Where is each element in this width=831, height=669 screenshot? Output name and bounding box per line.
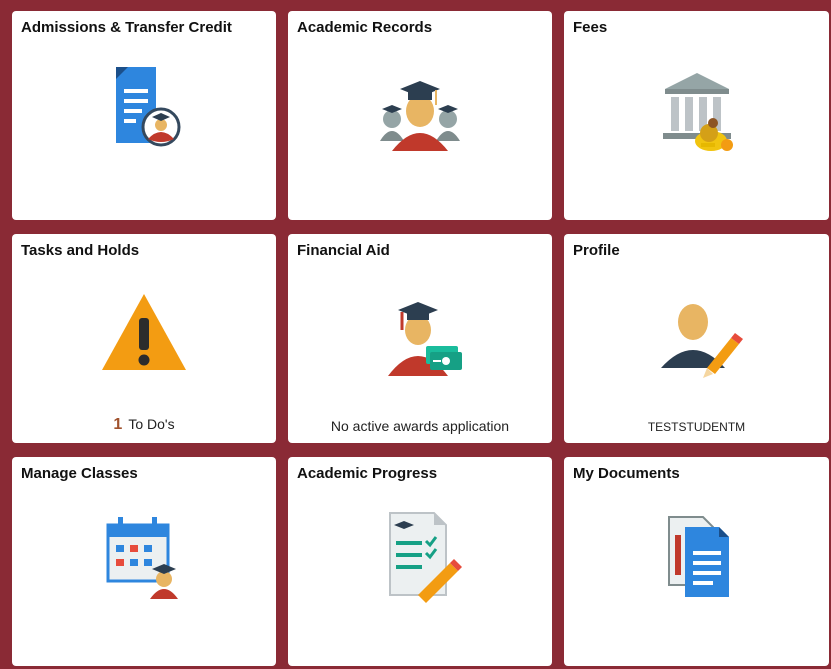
tile-title: Manage Classes <box>21 465 138 482</box>
tile-title: My Documents <box>573 465 680 482</box>
tile-academic-records[interactable]: Academic Records <box>288 11 552 220</box>
bank-coins-icon <box>647 59 747 159</box>
todo-label: To Do's <box>128 416 175 432</box>
warning-icon <box>94 282 194 382</box>
graduate-money-icon <box>370 282 470 382</box>
document-graduate-icon <box>94 59 194 159</box>
tile-title: Fees <box>573 19 608 36</box>
tile-tasks-and-holds[interactable]: Tasks and Holds 1 To Do's <box>12 234 276 443</box>
todo-count: 1 <box>113 416 123 433</box>
tile-manage-classes[interactable]: Manage Classes <box>12 457 276 666</box>
tile-profile[interactable]: Profile TESTSTUDENTM <box>564 234 829 443</box>
tile-title: Academic Records <box>297 19 433 36</box>
documents-icon <box>647 505 747 605</box>
tasks-footer: 1 To Do's <box>12 416 276 434</box>
tile-title: Tasks and Holds <box>21 242 140 259</box>
tile-title: Admissions & Transfer Credit <box>21 19 232 36</box>
tile-fees[interactable]: Fees <box>564 11 829 220</box>
tile-title: Financial Aid <box>297 242 390 259</box>
graduates-group-icon <box>370 59 470 159</box>
tile-my-documents[interactable]: My Documents <box>564 457 829 666</box>
checklist-pencil-icon <box>370 505 470 605</box>
person-edit-icon <box>647 282 747 382</box>
tile-financial-aid[interactable]: Financial Aid No active awards applicati… <box>288 234 552 443</box>
student-homepage-grid: Admissions & Transfer Credit Academic Re… <box>0 0 831 669</box>
calendar-graduate-icon <box>94 505 194 605</box>
tile-academic-progress[interactable]: Academic Progress <box>288 457 552 666</box>
tile-title: Academic Progress <box>297 465 438 482</box>
tile-title: Profile <box>573 242 620 259</box>
tile-admissions-transfer-credit[interactable]: Admissions & Transfer Credit <box>12 11 276 220</box>
financial-aid-status: No active awards application <box>330 418 510 434</box>
profile-username: TESTSTUDENTM <box>647 420 746 434</box>
